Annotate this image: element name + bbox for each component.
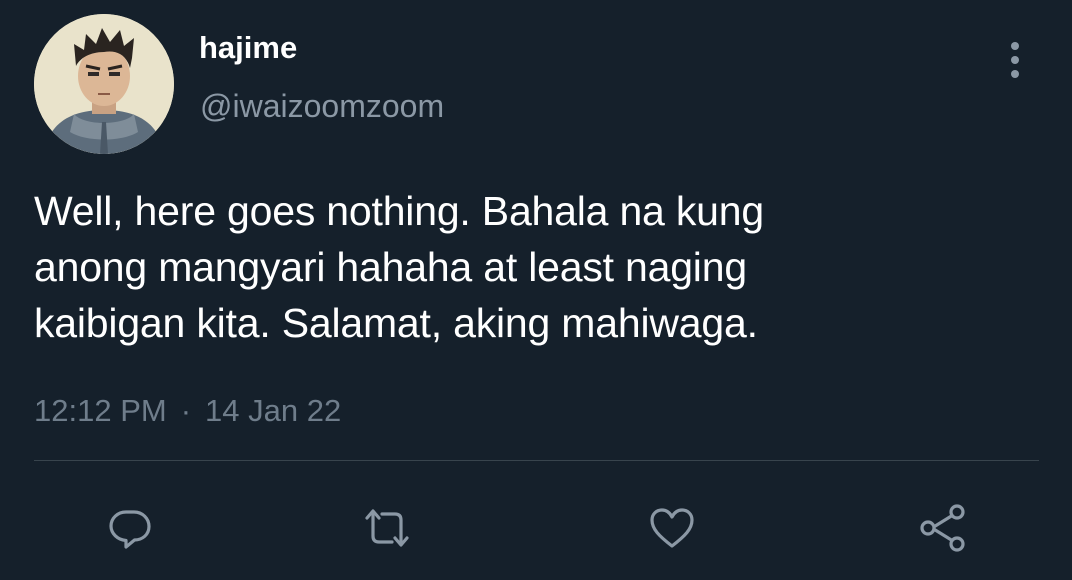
menu-dot	[1011, 70, 1019, 78]
tweet-line: kaibigan kita. Salamat, aking mahiwaga.	[34, 300, 758, 346]
menu-dot	[1011, 56, 1019, 64]
tweet-text: Well, here goes nothing. Bahala na kung …	[34, 183, 1044, 351]
like-icon	[650, 508, 694, 548]
tweet-date: 14 Jan 22	[205, 393, 342, 428]
user-handle[interactable]: @iwaizoomzoom	[200, 86, 444, 126]
tweet-timestamp[interactable]: 12:12 PM · 14 Jan 22	[34, 391, 341, 431]
retweet-icon	[365, 509, 409, 547]
timestamp-separator: ·	[180, 393, 192, 428]
menu-dot	[1011, 42, 1019, 50]
tweet-line: anong mangyari hahaha at least naging	[34, 244, 747, 290]
share-button[interactable]	[915, 500, 971, 556]
share-icon	[920, 504, 965, 552]
tweet-line: Well, here goes nothing. Bahala na kung	[34, 188, 764, 234]
like-button[interactable]	[644, 500, 700, 556]
more-vertical-icon[interactable]	[1000, 40, 1030, 80]
retweet-button[interactable]	[359, 500, 415, 556]
anime-avatar-icon	[34, 14, 174, 154]
reply-icon	[109, 510, 151, 549]
tweet-time: 12:12 PM	[34, 393, 167, 428]
divider	[34, 460, 1039, 461]
display-name[interactable]: hajime	[199, 28, 297, 68]
avatar[interactable]	[34, 14, 174, 154]
reply-button[interactable]	[102, 500, 158, 556]
